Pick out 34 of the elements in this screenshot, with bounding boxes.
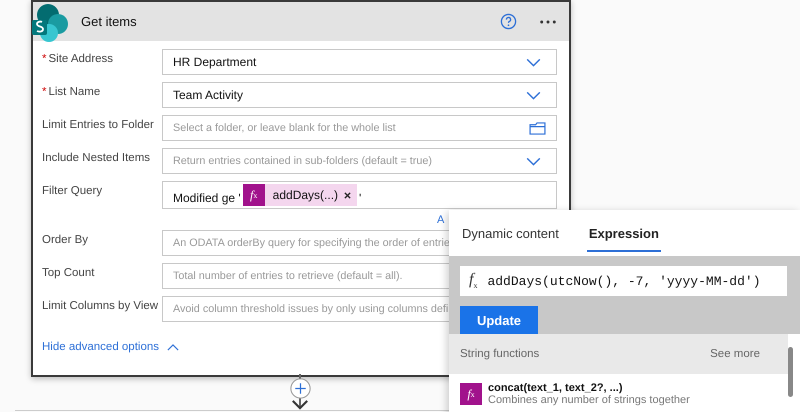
chevron-down-icon[interactable] [526, 58, 541, 66]
popup-tab[interactable]: Expression [586, 214, 661, 252]
input-field[interactable]: Team Activity [162, 82, 557, 108]
dynamic-content-link[interactable]: A [437, 214, 444, 226]
section-title: String functions [460, 348, 540, 360]
field-label: Limit Entries to Folder [42, 118, 155, 131]
input-field[interactable]: Select a folder, or leave blank for the whole list [162, 115, 557, 141]
card-title: Get items [81, 14, 138, 29]
fx-icon: f$_{x}$ [469, 271, 478, 291]
chevron-up-icon[interactable] [167, 344, 179, 350]
add-step-icon[interactable] [290, 378, 311, 399]
field-label: * Site Address [42, 52, 114, 65]
field-label: Order By [42, 233, 90, 246]
query-text: Modified ge ' [173, 190, 241, 204]
hide-advanced-link[interactable]: Hide advanced options [42, 341, 159, 353]
input-field[interactable]: HR Department [162, 49, 557, 75]
scrollbar[interactable] [788, 347, 793, 397]
expression-field[interactable]: f$_{x}$ addDays(utcNow(), -7, 'yyyy-MM-dd') [460, 266, 787, 296]
chevron-down-icon[interactable] [526, 90, 541, 100]
chevron-down-icon[interactable] [526, 156, 541, 166]
input-field[interactable]: Return entries contained in sub-folders (default = true) [162, 148, 557, 174]
more-icon[interactable] [539, 18, 557, 24]
arrow-down-icon [291, 399, 309, 410]
update-button[interactable]: Update [460, 306, 538, 334]
field-label: Include Nested Items [42, 151, 152, 164]
folder-icon[interactable] [529, 122, 546, 134]
help-icon[interactable] [500, 13, 517, 30]
field-label: Limit Columns by View [42, 299, 160, 312]
see-more-link[interactable]: See more [710, 348, 760, 360]
field-label: Filter Query [42, 184, 104, 197]
field-label: Top Count [42, 266, 96, 279]
close-icon[interactable] [344, 192, 352, 198]
field-label: * List Name [42, 85, 102, 98]
query-text: ' [359, 190, 362, 204]
